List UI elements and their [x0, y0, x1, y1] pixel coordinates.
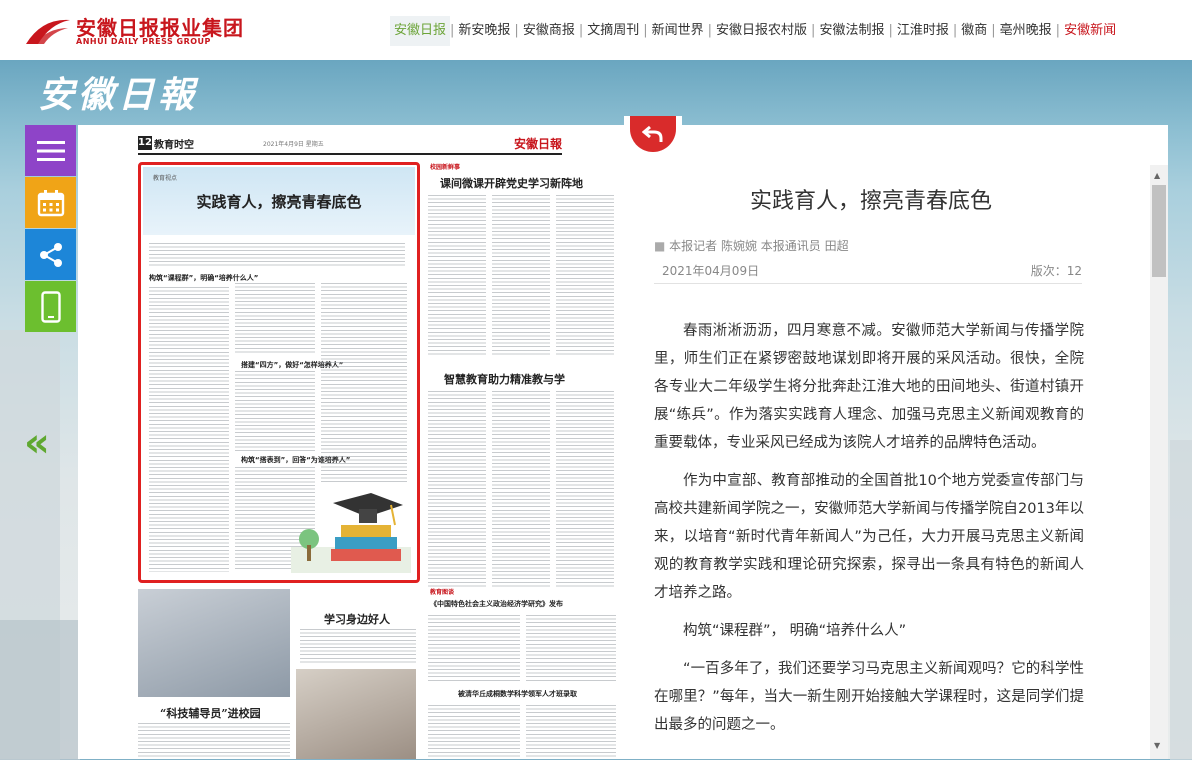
article-kicker: 教育视点 [153, 175, 178, 182]
share-icon [39, 242, 62, 267]
column-text [428, 391, 486, 587]
nav-item[interactable]: 安徽新闻 [1060, 16, 1120, 46]
masthead-logo: 安徽日報 [38, 74, 199, 116]
mobile-button[interactable] [25, 281, 76, 332]
group-name-en: ANHUI DAILY PRESS GROUP [76, 37, 211, 46]
newspaper-page[interactable]: 12 教育时空 2021年4月9日 星期五 安徽日報 教育视点 实践育人，擦亮青… [78, 125, 626, 759]
page-number: 12 [138, 136, 152, 150]
calendar-button[interactable] [25, 177, 76, 228]
scroll-thumb[interactable] [1152, 185, 1166, 277]
column-kicker: 教育图谈 [430, 589, 455, 596]
calendar-icon [37, 189, 64, 216]
column-text [492, 391, 550, 587]
column-text [492, 195, 550, 355]
nav-item[interactable]: 江淮时报 [893, 16, 953, 46]
nav-item[interactable]: 安徽日报农村版 [712, 16, 811, 46]
article-title: 实践育人，擦亮青春底色 [749, 189, 992, 214]
column-text [556, 195, 614, 355]
column-text [428, 705, 520, 759]
column-kicker: 校园新鲜事 [430, 164, 461, 171]
article-text [235, 371, 315, 451]
back-button-face [630, 116, 676, 152]
publication-nav: 安徽日报 | 新安晚报 | 安徽商报 | 文摘周刊 | 新闻世界 | 安徽日报农村版 | 安徽法制报 | 江… [390, 16, 1120, 46]
nav-item[interactable]: 亳州晚报 [996, 16, 1056, 46]
divider [654, 283, 1082, 284]
bullet-icon: ■ [654, 239, 670, 253]
column-headline[interactable]: 被清华丘成桐数学科学领军人才班录取 [458, 689, 577, 699]
nav-item[interactable]: 新闻世界 [648, 16, 708, 46]
column-headline[interactable]: 《中国特色社会主义政治经济学研究》发布 [430, 599, 563, 609]
news-photo [138, 589, 290, 697]
group-logo[interactable]: 安徽日报报业集团 ANHUI DAILY PRESS GROUP [24, 12, 243, 50]
nav-item[interactable]: 安徽商报 [519, 16, 579, 46]
article-paragraph: 春雨淅淅沥沥，四月寒意不减。安徽师范大学新闻与传播学院里，师生们正在紧锣密鼓地谋… [654, 323, 1084, 451]
article-paragraph: 作为中宣部、教育部推动的全国首批10个地方党委宣传部门与高校共建新闻学院之一，安… [654, 473, 1084, 601]
publish-date: 2021年04月09日 [662, 264, 760, 278]
article-text [321, 283, 407, 483]
menu-icon [36, 140, 65, 161]
article-paragraph: “一百多年了，我们还要学习马克思主义新闻观吗？它的科学性在哪里？”每年，当大一新… [654, 661, 1084, 733]
column-text [138, 723, 290, 759]
nav-item[interactable]: 新安晚报 [454, 16, 514, 46]
column-text [556, 391, 614, 587]
graduation-cap-illustration [291, 493, 411, 573]
page-date: 2021年4月9日 星期五 [263, 141, 324, 148]
column-text [526, 615, 616, 681]
building-silhouette [0, 620, 80, 760]
reader-scrollbar[interactable]: ▲ ▼ [1150, 165, 1168, 759]
column-headline[interactable]: 学习身边好人 [324, 611, 390, 627]
column-text [300, 629, 416, 663]
article-subheading: 构筑“课程群”， 明确“培养什么人” [683, 623, 907, 639]
article-banner: 教育视点 实践育人，擦亮青春底色 [143, 167, 415, 235]
article-byline: ■ 本报记者 陈婉婉 本报通讯员 田超 [654, 237, 849, 254]
return-arrow-icon [642, 125, 663, 142]
mobile-icon [40, 290, 61, 323]
article-text [149, 287, 229, 572]
nav-item[interactable]: 安徽日报 [390, 16, 451, 46]
nav-item[interactable]: 安徽法制报 [815, 16, 888, 46]
page-label: 版次：12 [1030, 264, 1082, 278]
share-button[interactable] [25, 229, 76, 280]
column-headline[interactable]: 智慧教育助力精准教与学 [444, 371, 565, 387]
logo-mark-icon [26, 19, 70, 44]
page-section: 教育时空 [154, 140, 194, 151]
column-text [526, 705, 616, 759]
menu-button[interactable] [25, 125, 76, 176]
article-body: 春雨淅淅沥沥，四月寒意不减。安徽师范大学新闻与传播学院里，师生们正在紧锣密鼓地谋… [654, 317, 1084, 749]
scroll-down-arrow-icon[interactable]: ▼ [1154, 741, 1160, 750]
byline-text: 本报记者 陈婉婉 本报通讯员 田超 [669, 239, 849, 253]
nav-item[interactable]: 徽商 [957, 16, 991, 46]
column-text [428, 195, 486, 355]
article-banner-title: 实践育人，擦亮青春底色 [196, 193, 362, 211]
column-text [428, 615, 520, 681]
column-headline[interactable]: “科技辅导员”进校园 [160, 705, 261, 721]
article-subhead: 构筑“课程群”，明确“培养什么人” [149, 274, 259, 282]
page-masthead: 安徽日報 [513, 137, 562, 151]
article-text [149, 243, 405, 267]
column-headline[interactable]: 课间微课开辟党史学习新阵地 [440, 175, 583, 191]
news-photo [296, 669, 416, 759]
page-header: 12 教育时空 2021年4月9日 星期五 安徽日報 [138, 135, 562, 155]
article-text [235, 283, 315, 355]
selected-article-area[interactable]: 教育视点 实践育人，擦亮青春底色 构筑“课程群”，明确“培养什么人” 搭建“四方… [138, 162, 420, 583]
building-silhouette [1170, 440, 1192, 760]
prev-page-button[interactable]: « [24, 420, 50, 466]
nav-item[interactable]: 文摘周刊 [583, 16, 643, 46]
top-navigation-bar: 安徽日报报业集团 ANHUI DAILY PRESS GROUP 安徽日报 | 新安… [0, 0, 1192, 61]
article-reader: 实践育人，擦亮青春底色 ■ 本报记者 陈婉婉 本报通讯员 田超 2021年04月… [626, 125, 1168, 759]
scroll-up-arrow-icon[interactable]: ▲ [1154, 171, 1160, 180]
